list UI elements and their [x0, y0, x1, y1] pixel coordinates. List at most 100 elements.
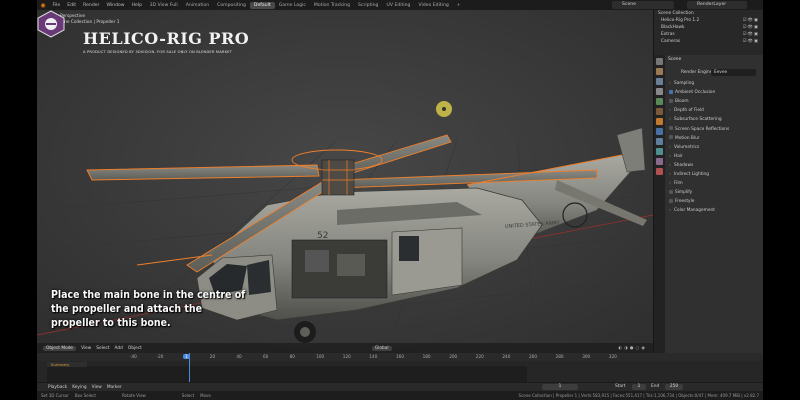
output-tab-icon[interactable] [656, 78, 663, 85]
property-row[interactable]: › Hair [669, 153, 683, 160]
outliner-item[interactable]: Helico-Rig Pro 1.2 ☑👁▣ [654, 17, 763, 24]
playback-bar: Playback Keying View Marker 1 Start 1 En… [37, 382, 763, 391]
playback-menu[interactable]: Playback [48, 385, 67, 390]
workspace-tab-default[interactable]: Default [249, 1, 275, 9]
workspace-tab-uv-editing[interactable]: UV Editing [382, 2, 414, 9]
current-frame-field[interactable]: 1 [542, 384, 578, 390]
outliner-item[interactable]: BlackHawk ☑👁▣ [654, 24, 763, 31]
property-row[interactable]: Ambient Occlusion [669, 89, 715, 96]
world-tab-icon[interactable] [656, 108, 663, 115]
scene-tab-icon[interactable] [656, 98, 663, 105]
viewport-menu-select[interactable]: Select [96, 346, 109, 351]
property-checkbox[interactable] [669, 189, 673, 194]
outliner-item[interactable]: Extras ☑👁▣ [654, 31, 763, 38]
helico-rig-logo-icon [37, 10, 65, 38]
particles-tab-icon[interactable] [656, 138, 663, 145]
viewport-menu-view[interactable]: View [81, 346, 91, 351]
property-row[interactable]: › Film [669, 180, 683, 187]
property-row[interactable]: › Volumetrics [669, 144, 699, 151]
constraints-tab-icon[interactable] [656, 158, 663, 165]
letterbox-left [0, 0, 37, 400]
property-row[interactable]: › Shadows [669, 162, 693, 169]
blender-logo-icon[interactable]: ◉ [37, 2, 49, 9]
property-row[interactable]: Motion Blur [669, 135, 700, 142]
outliner-item-label: BlackHawk [661, 25, 685, 30]
outliner-root[interactable]: Scene Collection [654, 10, 763, 17]
workspace-tab-3d-view-full[interactable]: 3D View Full [146, 2, 182, 9]
shading-mode-icons[interactable]: ◐◑●○◉ [618, 346, 647, 351]
property-row[interactable]: Freestyle [669, 198, 694, 205]
timeline-ruler[interactable]: -40 -20 1 20 40 60 80 100 120 140 160 180 200 220 240 2… [37, 353, 763, 361]
outliner-item-label: Extras [661, 32, 675, 37]
property-row[interactable]: › Color Management [669, 207, 715, 214]
property-row[interactable]: › Subsurface Scattering [669, 116, 722, 123]
modifier-tab-icon[interactable] [656, 128, 663, 135]
property-row[interactable]: › Indirect Lighting [669, 171, 709, 178]
top-bar: ◉ File Edit Render Window Help 3D View F… [37, 0, 763, 10]
timeline-view-menu[interactable]: View [92, 385, 102, 390]
property-label: Film [674, 181, 683, 187]
ruler-tick-label: 60 [263, 354, 269, 359]
property-row[interactable]: Screen Space Reflections [669, 126, 729, 133]
property-label: Shadows [674, 162, 694, 168]
material-tab-icon[interactable] [656, 168, 663, 175]
workspace-tab-game-logic[interactable]: Game Logic [275, 2, 310, 9]
add-workspace-button[interactable]: + [453, 2, 465, 9]
property-row[interactable]: Simplify [669, 189, 692, 196]
visibility-icons[interactable]: ☑👁▣ [743, 17, 759, 24]
workspace-tab-scripting[interactable]: Scripting [354, 2, 382, 9]
workspace-tab-motion-tracking[interactable]: Motion Tracking [310, 2, 354, 9]
menu-render[interactable]: Render [80, 3, 103, 8]
summary-channel[interactable]: Summary [47, 362, 87, 367]
wheel-hub [300, 327, 310, 337]
transform-orientation-dropdown[interactable]: Global [371, 345, 392, 351]
menu-help[interactable]: Help [128, 3, 145, 8]
3d-viewport[interactable]: 52 UNITED STATES ARMY User Perspective (… [37, 10, 653, 353]
properties-header: Scene [668, 57, 682, 62]
render-tab-icon[interactable] [656, 68, 663, 75]
marker-menu[interactable]: Marker [107, 385, 122, 390]
property-checkbox[interactable] [669, 98, 673, 103]
timeline[interactable]: Summary [37, 353, 763, 383]
tool-tab-icon[interactable] [656, 58, 663, 65]
status-bar: Set 3D Cursor Box Select Rotate View Sel… [37, 391, 763, 400]
viewport-menu-object[interactable]: Object [128, 346, 142, 351]
start-frame-field[interactable]: 1 [632, 384, 646, 390]
property-checkbox[interactable] [669, 89, 673, 94]
property-label: Color Management [674, 208, 715, 214]
property-checkbox[interactable] [669, 198, 673, 203]
property-row[interactable]: › Sampling [669, 80, 694, 87]
menu-file[interactable]: File [49, 3, 64, 8]
view-layer-tab-icon[interactable] [656, 88, 663, 95]
property-row[interactable]: Bloom [669, 98, 689, 105]
workspace-tab-compositing[interactable]: Compositing [213, 2, 250, 9]
visibility-icons[interactable]: ☑👁▣ [743, 31, 759, 38]
property-checkbox[interactable] [669, 135, 673, 140]
timeline-track[interactable] [47, 366, 527, 382]
viewport-menu-add[interactable]: Add [115, 346, 123, 351]
object-tab-icon[interactable] [656, 118, 663, 125]
scene-selector[interactable]: Scene [612, 1, 674, 9]
ruler-tick-label: 100 [316, 354, 325, 359]
object-mode-dropdown[interactable]: Object Mode [43, 345, 77, 351]
render-engine-dropdown[interactable]: Eevee [711, 69, 756, 76]
view-layer-selector[interactable]: RenderLayer [687, 1, 747, 9]
product-subtitle: A PRODUCT DESIGNED BY 3DVISION. FOR SALE… [83, 50, 233, 54]
property-checkbox[interactable] [669, 126, 673, 130]
property-row[interactable]: › Depth of Field [669, 107, 704, 114]
menu-edit[interactable]: Edit [64, 3, 80, 8]
physics-tab-icon[interactable] [656, 148, 663, 155]
playhead[interactable] [189, 353, 190, 383]
ruler-tick-label: 160 [396, 354, 404, 359]
hint-box-select: Box Select [74, 393, 96, 398]
end-frame-field[interactable]: 250 [665, 384, 683, 390]
menu-window[interactable]: Window [103, 3, 128, 8]
keying-menu[interactable]: Keying [72, 385, 86, 390]
workspace-tab-video-editing[interactable]: Video Editing [414, 2, 452, 9]
outliner-item[interactable]: Cameras ☑👁▣ [654, 38, 763, 45]
workspace-tab-animation[interactable]: Animation [182, 2, 213, 9]
visibility-icons[interactable]: ☑👁▣ [743, 38, 759, 45]
visibility-icons[interactable]: ☑👁▣ [743, 24, 759, 31]
property-label: Indirect Lighting [674, 172, 710, 177]
door-window [399, 236, 419, 261]
